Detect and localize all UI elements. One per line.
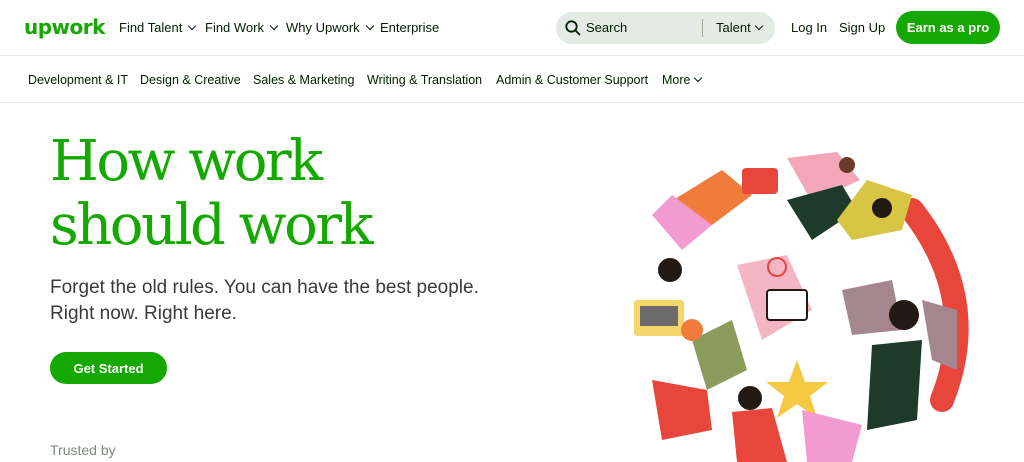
hero-subheading: Forget the old rules. You can have the b… [50,275,510,327]
nav-find-talent[interactable]: Find Talent [119,20,197,35]
category-sales-marketing[interactable]: Sales & Marketing [253,73,354,87]
get-started-button[interactable]: Get Started [50,352,167,384]
hero-subheading-line-1: Forget the old rules. You can have the b… [50,277,479,298]
nav-why-upwork[interactable]: Why Upwork [286,20,374,35]
hero-illustration [634,152,969,462]
hero-subheading-line-2: Right now. Right here. [50,303,237,324]
chevron-down-icon [754,21,763,30]
login-link[interactable]: Log In [791,20,827,35]
person-left-laptop [634,258,747,440]
nav-enterprise[interactable]: Enterprise [380,20,439,35]
search-divider [702,19,703,37]
chevron-down-icon [694,73,703,83]
person-center-pink [737,255,812,340]
hero-headline: How work should work [50,129,374,258]
category-writing-translation[interactable]: Writing & Translation [367,73,482,87]
nav-find-talent-label: Find Talent [119,20,183,35]
nav-find-work[interactable]: Find Work [205,20,279,35]
search-icon [565,20,581,36]
search-input[interactable] [586,20,696,35]
trusted-by-label: Trusted by [50,442,116,458]
chevron-down-icon [365,21,374,30]
category-admin-support[interactable]: Admin & Customer Support [496,73,648,87]
nav-find-work-label: Find Work [205,20,264,35]
category-bar: Development & IT Design & Creative Sales… [0,57,1024,103]
search-scope-label: Talent [716,20,751,35]
search-scope-dropdown[interactable]: Talent [716,20,763,35]
signup-link[interactable]: Sign Up [839,20,885,35]
search-bar: Talent [556,12,775,44]
top-navigation: upwork Find Talent Find Work Why Upwork … [0,0,1024,56]
upwork-logo[interactable]: upwork [24,15,105,39]
category-more[interactable]: More [662,73,703,87]
hero-headline-line-1: How work [50,129,323,194]
hero-headline-line-2: should work [50,193,374,258]
star-shape [766,360,828,418]
earn-as-pro-button[interactable]: Earn as a pro [896,11,1000,44]
person-top-left [652,168,778,250]
category-development-it[interactable]: Development & IT [28,73,128,87]
nav-enterprise-label: Enterprise [380,20,440,35]
chevron-down-icon [269,21,279,30]
category-more-label: More [662,73,691,87]
person-right-yellow [837,180,912,240]
nav-why-upwork-label: Why Upwork [286,20,360,35]
category-design-creative[interactable]: Design & Creative [140,73,241,87]
chevron-down-icon [188,21,197,30]
